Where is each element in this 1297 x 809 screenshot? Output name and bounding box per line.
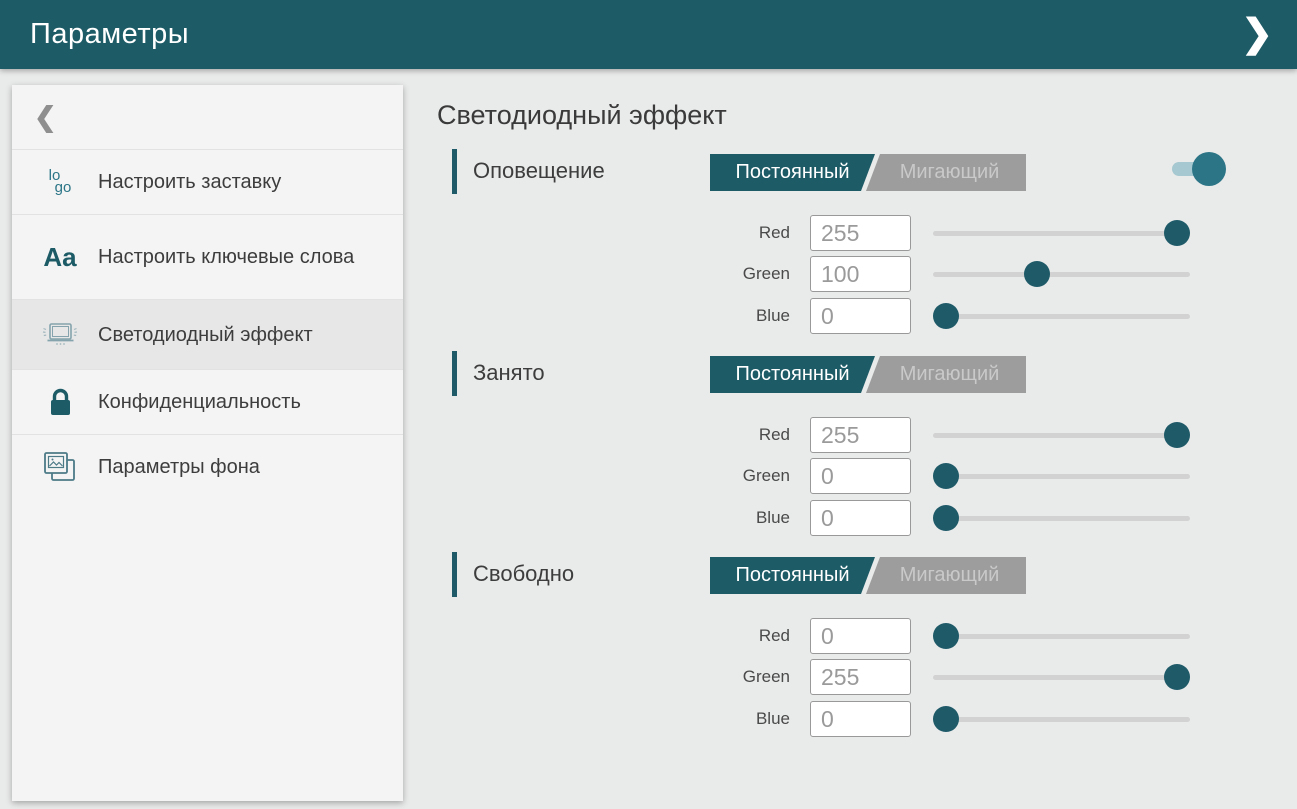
page-title: Параметры bbox=[30, 18, 189, 51]
sidebar-item-lock[interactable]: Конфиденциальность bbox=[12, 369, 403, 434]
sidebar: ❮ logo Настроить заставку Aa Настроить ключ… bbox=[12, 85, 403, 801]
sidebar-items: logo Настроить заставку Aa Настроить ключев… bbox=[12, 149, 403, 499]
sidebar-item-keywords[interactable]: Aa Настроить ключевые слова bbox=[12, 214, 403, 299]
toggle-thumb bbox=[1192, 152, 1226, 186]
slider-thumb[interactable] bbox=[933, 303, 959, 329]
slider-track bbox=[933, 717, 1190, 722]
channel-label: Green bbox=[452, 256, 790, 292]
section-label: Занято bbox=[473, 350, 545, 395]
channel-value-input[interactable] bbox=[810, 500, 911, 536]
channel-slider[interactable] bbox=[933, 458, 1190, 494]
sidebar-item-label: Светодиодный эффект bbox=[98, 322, 370, 348]
sidebar-item-background-images[interactable]: Параметры фона bbox=[12, 434, 403, 499]
channel-label: Red bbox=[452, 215, 790, 251]
channel-value-input[interactable] bbox=[810, 458, 911, 494]
channel-value-input[interactable] bbox=[810, 417, 911, 453]
channel-label: Green bbox=[452, 458, 790, 494]
channel-slider[interactable] bbox=[933, 417, 1190, 453]
channel-row: Red bbox=[452, 417, 1212, 453]
mode-tabs: МигающийПостоянный bbox=[710, 356, 1026, 393]
slider-thumb[interactable] bbox=[933, 505, 959, 531]
sidebar-item-logo[interactable]: logo Настроить заставку bbox=[12, 149, 403, 214]
channel-value-input[interactable] bbox=[810, 256, 911, 292]
sidebar-item-label: Параметры фона bbox=[98, 454, 370, 480]
slider-track bbox=[933, 314, 1190, 319]
channel-slider[interactable] bbox=[933, 256, 1190, 292]
section-accent-bar bbox=[452, 351, 457, 396]
slider-track bbox=[933, 231, 1190, 236]
led-section: Занято МигающийПостоянный Red Green Blue bbox=[452, 350, 1252, 546]
mode-tabs: МигающийПостоянный bbox=[710, 154, 1026, 191]
channel-row: Blue bbox=[452, 298, 1212, 334]
slider-thumb[interactable] bbox=[933, 463, 959, 489]
channel-slider[interactable] bbox=[933, 298, 1190, 334]
slider-thumb[interactable] bbox=[1164, 664, 1190, 690]
slider-thumb[interactable] bbox=[1164, 422, 1190, 448]
section-label: Свободно bbox=[473, 551, 574, 596]
channel-row: Red bbox=[452, 215, 1212, 251]
slider-track bbox=[933, 272, 1190, 277]
mode-tabs: МигающийПостоянный bbox=[710, 557, 1026, 594]
channel-row: Green bbox=[452, 659, 1212, 695]
slider-thumb[interactable] bbox=[933, 623, 959, 649]
section-accent-bar bbox=[452, 552, 457, 597]
channel-row: Green bbox=[452, 256, 1212, 292]
led-display-icon bbox=[34, 318, 86, 352]
channel-slider[interactable] bbox=[933, 618, 1190, 654]
forward-chevron-icon[interactable]: ❯ bbox=[1241, 10, 1273, 58]
sidebar-collapse-button[interactable]: ❮ bbox=[12, 85, 403, 149]
channel-row: Red bbox=[452, 618, 1212, 654]
channel-label: Green bbox=[452, 659, 790, 695]
channel-label: Red bbox=[452, 618, 790, 654]
collapse-chevron-icon: ❮ bbox=[34, 102, 57, 133]
channel-slider[interactable] bbox=[933, 701, 1190, 737]
background-images-icon bbox=[34, 450, 86, 485]
channel-value-input[interactable] bbox=[810, 659, 911, 695]
section-label: Оповещение bbox=[473, 148, 605, 193]
slider-track bbox=[933, 675, 1190, 680]
slider-thumb[interactable] bbox=[1024, 261, 1050, 287]
section-accent-bar bbox=[452, 149, 457, 194]
channel-label: Blue bbox=[452, 298, 790, 334]
channel-label: Blue bbox=[452, 500, 790, 536]
channel-value-input[interactable] bbox=[810, 215, 911, 251]
channel-row: Blue bbox=[452, 701, 1212, 737]
lock-icon bbox=[34, 388, 86, 417]
app-header: Параметры ❯ bbox=[0, 0, 1297, 69]
channel-label: Red bbox=[452, 417, 790, 453]
channel-row: Blue bbox=[452, 500, 1212, 536]
channel-value-input[interactable] bbox=[810, 701, 911, 737]
channel-label: Blue bbox=[452, 701, 790, 737]
slider-thumb[interactable] bbox=[933, 706, 959, 732]
logo-icon: logo bbox=[34, 170, 86, 194]
slider-thumb[interactable] bbox=[1164, 220, 1190, 246]
sidebar-item-label: Конфиденциальность bbox=[98, 389, 370, 415]
channel-slider[interactable] bbox=[933, 500, 1190, 536]
slider-track bbox=[933, 516, 1190, 521]
main-section-title: Светодиодный эффект bbox=[437, 100, 727, 131]
led-section: Свободно МигающийПостоянный Red Green Blue bbox=[452, 551, 1252, 747]
section-enable-toggle[interactable] bbox=[1170, 152, 1232, 190]
channel-slider[interactable] bbox=[933, 215, 1190, 251]
channel-value-input[interactable] bbox=[810, 298, 911, 334]
channel-value-input[interactable] bbox=[810, 618, 911, 654]
led-section: Оповещение МигающийПостоянный Red Green Blue bbox=[452, 148, 1252, 344]
channel-slider[interactable] bbox=[933, 659, 1190, 695]
keywords-icon: Aa bbox=[34, 242, 86, 273]
slider-track bbox=[933, 634, 1190, 639]
channel-row: Green bbox=[452, 458, 1212, 494]
sidebar-item-led-display[interactable]: Светодиодный эффект bbox=[12, 299, 403, 369]
sidebar-item-label: Настроить заставку bbox=[98, 169, 370, 195]
slider-track bbox=[933, 474, 1190, 479]
sidebar-item-label: Настроить ключевые слова bbox=[98, 244, 370, 270]
slider-track bbox=[933, 433, 1190, 438]
